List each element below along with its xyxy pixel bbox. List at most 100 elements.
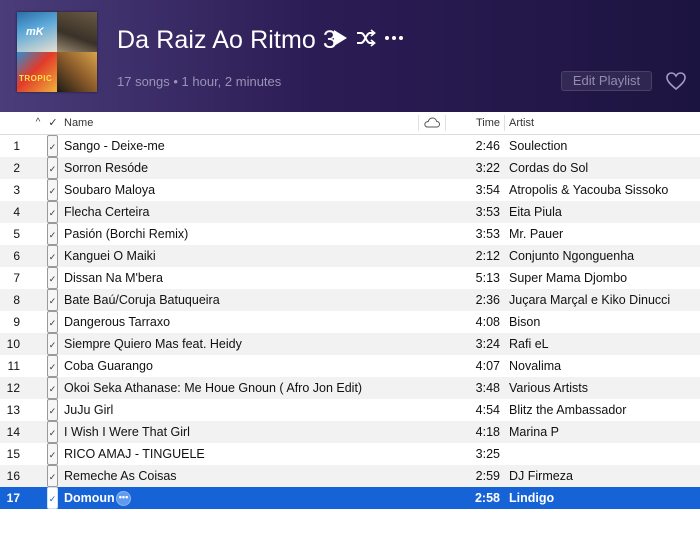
track-artist: Marina P [509,425,560,439]
track-artist: Soulection [509,139,568,153]
column-header: ^ ✓ Name Time Artist [0,112,700,135]
track-number: 1 [13,139,20,153]
column-name[interactable]: Name [64,112,93,134]
track-row[interactable]: 6 ✓ Kanguei O Maiki 2:12 Conjunto Ngonguenha [0,245,700,267]
column-divider [504,115,505,131]
track-row[interactable]: 7 ✓ Dissan Na M'bera 5:13 Super Mama Djombo [0,267,700,289]
track-number: 2 [13,161,20,175]
track-time: 3:24 [475,337,500,351]
column-artist[interactable]: Artist [509,112,534,134]
track-number: 13 [6,403,20,417]
track-artist: Lindigo [509,491,555,505]
track-checkbox[interactable]: ✓ [47,399,58,421]
track-checkbox[interactable]: ✓ [47,267,58,289]
track-name: JuJu Girl [64,403,114,417]
track-row[interactable]: 8 ✓ Bate Baú/Coruja Batuqueira 2:36 Juçara M… [0,289,700,311]
track-checkbox[interactable]: ✓ [47,179,58,201]
heart-icon[interactable] [665,70,687,92]
track-time: 4:54 [475,403,500,417]
track-checkbox[interactable]: ✓ [47,289,58,311]
track-name: Flecha Certeira [64,205,150,219]
track-name: Bate Baú/Coruja Batuqueira [64,293,220,307]
track-row[interactable]: 13 ✓ JuJu Girl 4:54 Blitz the Ambassador [0,399,700,421]
sort-indicator[interactable]: ^ [30,112,46,134]
track-row[interactable]: 2 ✓ Sorron Resóde 3:22 Cordas do Sol [0,157,700,179]
track-time: 3:25 [475,447,500,461]
track-row[interactable]: 4 ✓ Flecha Certeira 3:53 Eita Piula [0,201,700,223]
track-checkbox[interactable]: ✓ [47,223,58,245]
track-row[interactable]: 11 ✓ Coba Guarango 4:07 Novalima [0,355,700,377]
track-artist: Novalima [509,359,562,373]
track-checkbox[interactable]: ✓ [47,465,58,487]
track-row[interactable]: 5 ✓ Pasión (Borchi Remix) 3:53 Mr. Pauer [0,223,700,245]
track-checkbox[interactable]: ✓ [47,157,58,179]
track-row[interactable]: 1 ✓ Sango - Deixe-me 2:46 Soulection [0,135,700,157]
track-name: Sango - Deixe-me [64,139,165,153]
playlist-meta: 17 songs • 1 hour, 2 minutes [117,74,282,89]
track-checkbox[interactable]: ✓ [47,245,58,267]
track-time: 2:46 [475,139,500,153]
track-row[interactable]: 12 ✓ Okoi Seka Athanase: Me Houe Gnoun ( A… [0,377,700,399]
track-checkbox[interactable]: ✓ [47,333,58,355]
column-check[interactable]: ✓ [47,112,59,134]
track-checkbox[interactable]: ✓ [47,201,58,223]
track-time: 3:48 [475,381,500,395]
column-divider [418,115,419,131]
track-row[interactable]: 3 ✓ Soubaro Maloya 3:54 Atropolis & Yacouba … [0,179,700,201]
track-name: RICO AMAJ - TINGUELE [64,447,205,461]
track-artist: Cordas do Sol [509,161,589,175]
track-number: 14 [6,425,20,439]
track-artist: Super Mama Djombo [509,271,628,285]
track-number: 4 [13,205,20,219]
track-time: 2:58 [474,491,500,505]
track-checkbox[interactable]: ✓ [47,421,58,443]
track-number: 17 [6,491,20,505]
track-artist: Various Artists [509,381,588,395]
track-name: Remeche As Coisas [64,469,177,483]
track-row[interactable]: 16 ✓ Remeche As Coisas 2:59 DJ Firmeza [0,465,700,487]
cloud-icon[interactable] [421,112,443,134]
track-number: 16 [6,469,20,483]
play-icon[interactable] [330,27,350,49]
edit-playlist-button[interactable]: Edit Playlist [561,71,652,91]
track-checkbox[interactable]: ✓ [47,311,58,333]
track-number: 3 [13,183,20,197]
track-more-button[interactable]: ••• [116,491,131,506]
track-artist: Atropolis & Yacouba Sissoko [509,183,669,197]
more-icon[interactable] [383,27,403,49]
track-checkbox[interactable]: ✓ [47,443,58,465]
playlist-header: mK TROPIC Da Raiz Ao Ritmo 3 17 songs • … [0,0,700,112]
track-row[interactable]: 15 ✓ RICO AMAJ - TINGUELE 3:25 [0,443,700,465]
track-time: 3:22 [475,161,500,175]
track-time: 2:12 [475,249,500,263]
track-artist: Eita Piula [509,205,562,219]
track-row[interactable]: 14 ✓ I Wish I Were That Girl 4:18 Marina P [0,421,700,443]
track-time: 4:08 [475,315,500,329]
shuffle-icon[interactable] [355,27,376,49]
track-checkbox[interactable]: ✓ [47,135,58,157]
track-checkbox[interactable]: ✓ [47,377,58,399]
column-time[interactable]: Time [448,112,500,134]
track-checkbox[interactable]: ✓ [47,487,58,509]
track-time: 4:18 [475,425,500,439]
track-name: Siempre Quiero Mas feat. Heidy [64,337,242,351]
track-artist: Mr. Pauer [509,227,564,241]
track-artist [509,443,699,465]
track-row[interactable]: 10 ✓ Siempre Quiero Mas feat. Heidy 3:24 Raf… [0,333,700,355]
track-number: 6 [13,249,20,263]
playlist-artwork[interactable]: mK TROPIC [17,12,97,92]
track-number: 9 [13,315,20,329]
track-name: Pasión (Borchi Remix) [64,227,189,241]
track-number: 10 [6,337,20,351]
track-artist: Conjunto Ngonguenha [509,249,635,263]
track-row[interactable]: 17 ✓ Domoun ••• 2:58 Lindigo [0,487,700,509]
column-divider [445,115,446,131]
track-artist: Blitz the Ambassador [509,403,627,417]
track-time: 2:59 [475,469,500,483]
track-row[interactable]: 9 ✓ Dangerous Tarraxo 4:08 Bison [0,311,700,333]
track-number: 8 [13,293,20,307]
track-checkbox[interactable]: ✓ [47,355,58,377]
track-artist: DJ Firmeza [509,469,573,483]
artwork-tile-3: TROPIC [17,52,57,92]
track-time: 3:53 [475,205,500,219]
